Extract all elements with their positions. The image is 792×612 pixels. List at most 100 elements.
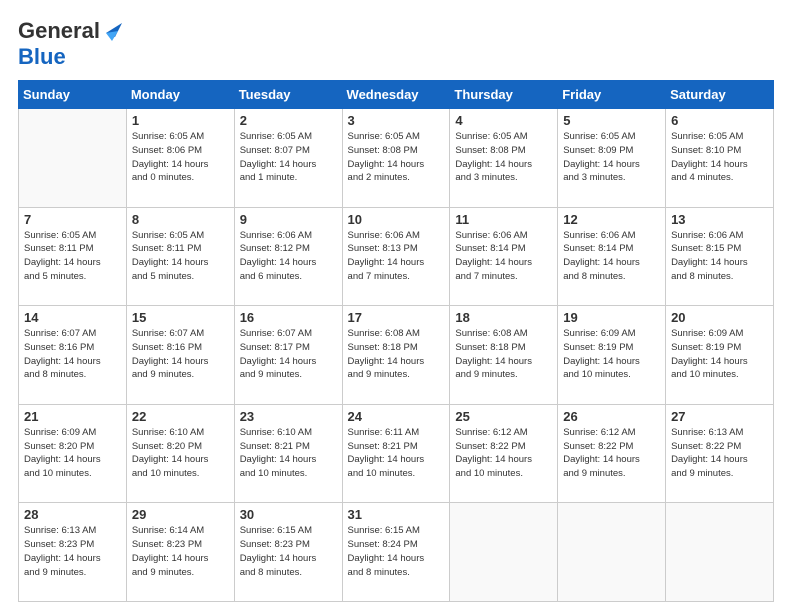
day-number: 11 [455,212,552,227]
calendar-week-row: 21 Sunrise: 6:09 AM Sunset: 8:20 PM Dayli… [19,404,774,503]
logo: GeneralBlue [18,18,124,70]
weekday-header: Monday [126,81,234,109]
calendar-cell: 30 Sunrise: 6:15 AM Sunset: 8:23 PM Dayli… [234,503,342,602]
day-info: Sunrise: 6:06 AM Sunset: 8:15 PM Dayligh… [671,229,768,284]
calendar-cell: 5 Sunrise: 6:05 AM Sunset: 8:09 PM Daylig… [558,109,666,208]
calendar-cell: 19 Sunrise: 6:09 AM Sunset: 8:19 PM Dayli… [558,306,666,405]
weekday-header: Thursday [450,81,558,109]
day-info: Sunrise: 6:05 AM Sunset: 8:10 PM Dayligh… [671,130,768,185]
calendar-cell [558,503,666,602]
day-number: 18 [455,310,552,325]
calendar-cell: 14 Sunrise: 6:07 AM Sunset: 8:16 PM Dayli… [19,306,127,405]
calendar-week-row: 14 Sunrise: 6:07 AM Sunset: 8:16 PM Dayli… [19,306,774,405]
day-info: Sunrise: 6:05 AM Sunset: 8:06 PM Dayligh… [132,130,229,185]
day-info: Sunrise: 6:11 AM Sunset: 8:21 PM Dayligh… [348,426,445,481]
day-info: Sunrise: 6:05 AM Sunset: 8:08 PM Dayligh… [455,130,552,185]
calendar-cell: 23 Sunrise: 6:10 AM Sunset: 8:21 PM Dayli… [234,404,342,503]
day-number: 13 [671,212,768,227]
day-number: 4 [455,113,552,128]
calendar-cell: 9Sunrise: 6:06 AM Sunset: 8:12 PM Daylig… [234,207,342,306]
calendar-cell: 10Sunrise: 6:06 AM Sunset: 8:13 PM Dayli… [342,207,450,306]
calendar-cell: 8 Sunrise: 6:05 AM Sunset: 8:11 PM Daylig… [126,207,234,306]
day-info: Sunrise: 6:05 AM Sunset: 8:08 PM Dayligh… [348,130,445,185]
day-info: Sunrise: 6:15 AM Sunset: 8:23 PM Dayligh… [240,524,337,579]
day-number: 20 [671,310,768,325]
header: GeneralBlue [18,18,774,70]
calendar-cell: 16 Sunrise: 6:07 AM Sunset: 8:17 PM Dayli… [234,306,342,405]
day-number: 10 [348,212,445,227]
day-number: 24 [348,409,445,424]
day-number: 17 [348,310,445,325]
day-number: 23 [240,409,337,424]
calendar-cell: 20 Sunrise: 6:09 AM Sunset: 8:19 PM Dayli… [666,306,774,405]
day-number: 16 [240,310,337,325]
day-info: Sunrise: 6:05 AM Sunset: 8:11 PM Dayligh… [24,229,121,284]
calendar-cell: 1 Sunrise: 6:05 AM Sunset: 8:06 PM Daylig… [126,109,234,208]
calendar-cell: 24 Sunrise: 6:11 AM Sunset: 8:21 PM Dayli… [342,404,450,503]
calendar-cell: 7 Sunrise: 6:05 AM Sunset: 8:11 PM Daylig… [19,207,127,306]
day-info: Sunrise: 6:12 AM Sunset: 8:22 PM Dayligh… [563,426,660,481]
calendar-cell: 15 Sunrise: 6:07 AM Sunset: 8:16 PM Dayli… [126,306,234,405]
calendar-table: SundayMondayTuesdayWednesdayThursdayFrid… [18,80,774,602]
day-number: 31 [348,507,445,522]
day-info: Sunrise: 6:05 AM Sunset: 8:07 PM Dayligh… [240,130,337,185]
calendar-cell: 17 Sunrise: 6:08 AM Sunset: 8:18 PM Dayli… [342,306,450,405]
logo-blue: Blue [18,44,66,70]
calendar-header-row: SundayMondayTuesdayWednesdayThursdayFrid… [19,81,774,109]
day-number: 22 [132,409,229,424]
calendar-cell: 3Sunrise: 6:05 AM Sunset: 8:08 PM Daylig… [342,109,450,208]
calendar-cell: 4 Sunrise: 6:05 AM Sunset: 8:08 PM Daylig… [450,109,558,208]
calendar-cell: 6 Sunrise: 6:05 AM Sunset: 8:10 PM Daylig… [666,109,774,208]
day-number: 19 [563,310,660,325]
calendar-cell: 12Sunrise: 6:06 AM Sunset: 8:14 PM Dayli… [558,207,666,306]
day-number: 2 [240,113,337,128]
day-info: Sunrise: 6:09 AM Sunset: 8:19 PM Dayligh… [671,327,768,382]
calendar-cell: 28 Sunrise: 6:13 AM Sunset: 8:23 PM Dayli… [19,503,127,602]
day-info: Sunrise: 6:13 AM Sunset: 8:22 PM Dayligh… [671,426,768,481]
day-number: 7 [24,212,121,227]
day-info: Sunrise: 6:09 AM Sunset: 8:19 PM Dayligh… [563,327,660,382]
day-info: Sunrise: 6:15 AM Sunset: 8:24 PM Dayligh… [348,524,445,579]
calendar-cell: 13 Sunrise: 6:06 AM Sunset: 8:15 PM Dayli… [666,207,774,306]
weekday-header: Friday [558,81,666,109]
day-info: Sunrise: 6:08 AM Sunset: 8:18 PM Dayligh… [348,327,445,382]
logo-bird-icon [102,21,124,41]
day-info: Sunrise: 6:09 AM Sunset: 8:20 PM Dayligh… [24,426,121,481]
day-info: Sunrise: 6:08 AM Sunset: 8:18 PM Dayligh… [455,327,552,382]
day-info: Sunrise: 6:05 AM Sunset: 8:11 PM Dayligh… [132,229,229,284]
calendar-week-row: 28 Sunrise: 6:13 AM Sunset: 8:23 PM Dayli… [19,503,774,602]
day-info: Sunrise: 6:10 AM Sunset: 8:21 PM Dayligh… [240,426,337,481]
day-info: Sunrise: 6:10 AM Sunset: 8:20 PM Dayligh… [132,426,229,481]
day-info: Sunrise: 6:14 AM Sunset: 8:23 PM Dayligh… [132,524,229,579]
day-number: 1 [132,113,229,128]
day-info: Sunrise: 6:06 AM Sunset: 8:12 PM Dayligh… [240,229,337,284]
weekday-header: Tuesday [234,81,342,109]
page: GeneralBlue SundayMondayTuesdayWednesday… [0,0,792,612]
day-info: Sunrise: 6:05 AM Sunset: 8:09 PM Dayligh… [563,130,660,185]
day-info: Sunrise: 6:12 AM Sunset: 8:22 PM Dayligh… [455,426,552,481]
day-number: 14 [24,310,121,325]
weekday-header: Saturday [666,81,774,109]
day-info: Sunrise: 6:06 AM Sunset: 8:14 PM Dayligh… [563,229,660,284]
day-info: Sunrise: 6:07 AM Sunset: 8:17 PM Dayligh… [240,327,337,382]
day-info: Sunrise: 6:07 AM Sunset: 8:16 PM Dayligh… [24,327,121,382]
calendar-cell: 27Sunrise: 6:13 AM Sunset: 8:22 PM Dayli… [666,404,774,503]
day-number: 8 [132,212,229,227]
day-number: 28 [24,507,121,522]
day-number: 6 [671,113,768,128]
calendar-cell: 21 Sunrise: 6:09 AM Sunset: 8:20 PM Dayli… [19,404,127,503]
day-info: Sunrise: 6:13 AM Sunset: 8:23 PM Dayligh… [24,524,121,579]
day-info: Sunrise: 6:07 AM Sunset: 8:16 PM Dayligh… [132,327,229,382]
calendar-cell: 22 Sunrise: 6:10 AM Sunset: 8:20 PM Dayli… [126,404,234,503]
day-number: 25 [455,409,552,424]
day-number: 26 [563,409,660,424]
day-number: 15 [132,310,229,325]
calendar-cell: 29Sunrise: 6:14 AM Sunset: 8:23 PM Dayli… [126,503,234,602]
calendar-cell: 25 Sunrise: 6:12 AM Sunset: 8:22 PM Dayli… [450,404,558,503]
calendar-cell [450,503,558,602]
day-number: 5 [563,113,660,128]
day-number: 30 [240,507,337,522]
day-number: 21 [24,409,121,424]
calendar-cell: 11Sunrise: 6:06 AM Sunset: 8:14 PM Dayli… [450,207,558,306]
logo-general: General [18,18,100,44]
